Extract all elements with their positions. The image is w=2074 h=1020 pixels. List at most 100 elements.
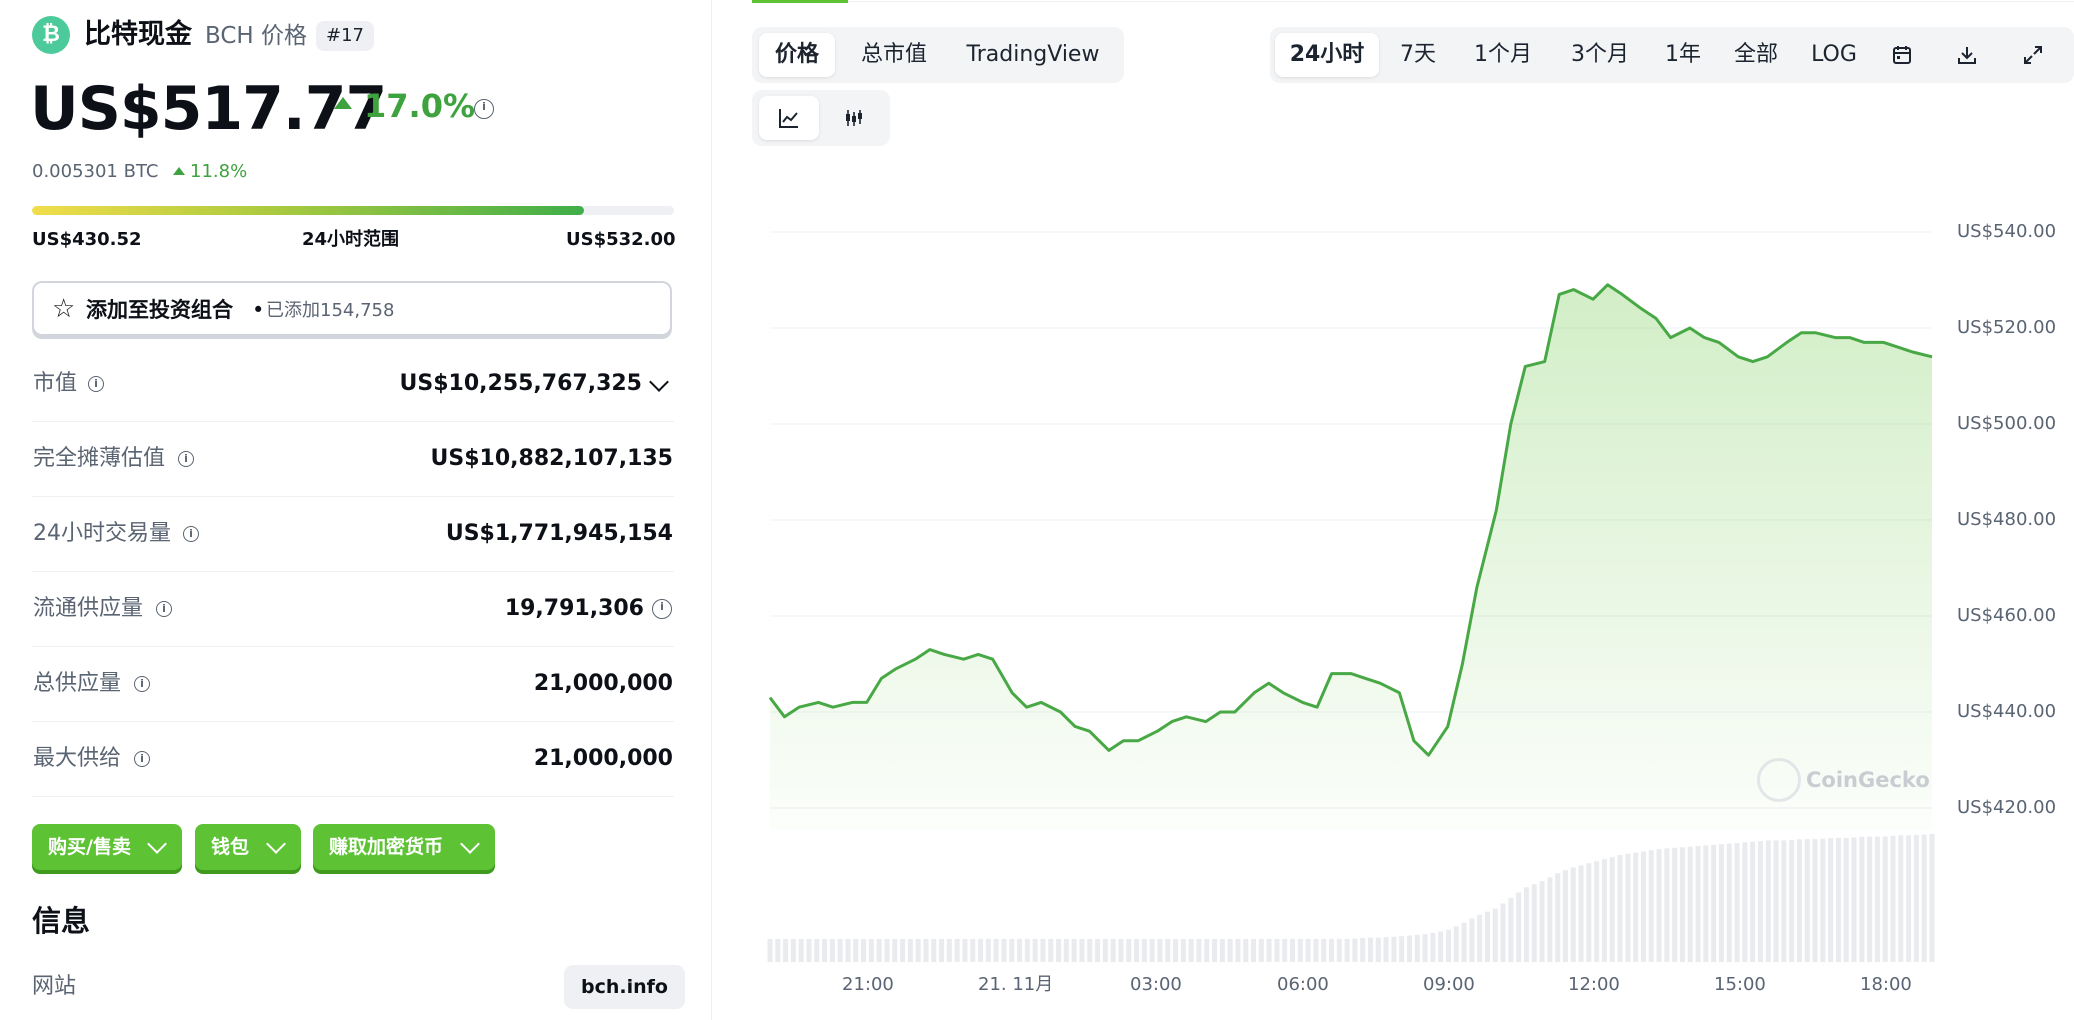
tab-market-cap[interactable]: 总市值: [850, 33, 938, 77]
volume-bar: [868, 938, 874, 962]
info-icon[interactable]: [474, 99, 494, 119]
volume-bar: [978, 938, 984, 962]
stat-row-fdv: 完全摊薄估值 US$10,882,107,135: [32, 421, 674, 497]
volume-bar: [900, 938, 906, 962]
line-chart-icon[interactable]: [759, 96, 819, 140]
portfolio-added-count: 已添加154,758: [266, 300, 395, 321]
tab-tradingview[interactable]: TradingView: [952, 33, 1114, 77]
volume-bar: [1110, 938, 1116, 962]
volume-bar: [1087, 938, 1093, 962]
volume-bar: [829, 938, 835, 962]
volume-bar: [1297, 938, 1303, 962]
volume-bar: [1664, 848, 1670, 962]
24h-range-bar: [32, 206, 674, 215]
volume-bar: [1804, 839, 1810, 962]
chevron-down-icon[interactable]: [649, 372, 669, 392]
up-arrow-icon: [173, 167, 185, 175]
volume-bar: [1594, 861, 1600, 962]
volume-bar: [1063, 938, 1069, 962]
range-3m[interactable]: 3个月: [1554, 33, 1646, 77]
volume-bar: [1711, 844, 1717, 962]
x-axis-tick-label: 15:00: [1714, 974, 1766, 995]
volume-bar: [1734, 843, 1740, 962]
download-icon[interactable]: [1940, 33, 1994, 77]
range-log[interactable]: LOG: [1802, 33, 1866, 77]
range-all[interactable]: 全部: [1720, 33, 1792, 77]
x-axis-tick-label: 06:00: [1277, 974, 1329, 995]
coin-name: 比特现金: [84, 19, 192, 50]
volume-bar: [1188, 938, 1194, 962]
website-link[interactable]: bch.info: [564, 965, 685, 1009]
volume-bar: [775, 938, 781, 962]
range-7d[interactable]: 7天: [1385, 33, 1451, 77]
wallet-button[interactable]: 钱包: [195, 824, 301, 870]
24h-range-fill: [32, 206, 585, 215]
section-divider: [848, 1, 2074, 2]
volume-bar: [1898, 835, 1904, 962]
volume-bar: [876, 938, 882, 962]
buy-sell-button[interactable]: 购买/售卖: [32, 824, 182, 870]
volume-bar: [1640, 851, 1646, 962]
volume-bar: [1134, 938, 1140, 962]
x-axis-tick-label: 03:00: [1130, 974, 1182, 995]
range-1m[interactable]: 1个月: [1460, 33, 1546, 77]
add-to-portfolio-label: 添加至投资组合: [86, 298, 233, 322]
info-icon[interactable]: [134, 751, 150, 767]
volume-bar: [845, 938, 851, 962]
x-axis-tick-label: 21. 11月: [978, 974, 1054, 995]
panel-divider: [711, 0, 712, 1020]
earn-crypto-button[interactable]: 赚取加密货币: [313, 824, 495, 870]
volume-bar: [985, 938, 991, 962]
range-label: 24小时范围: [302, 229, 400, 250]
info-icon[interactable]: [156, 601, 172, 617]
active-section-indicator: [752, 0, 848, 3]
stat-value: US$10,882,107,135: [430, 446, 673, 471]
tab-price[interactable]: 价格: [759, 33, 835, 77]
info-icon[interactable]: [88, 376, 104, 392]
volume-bar: [1071, 938, 1077, 962]
volume-bar: [1219, 938, 1225, 962]
chevron-down-icon: [147, 834, 167, 854]
info-icon[interactable]: [178, 451, 194, 467]
volume-bar: [1367, 937, 1373, 962]
volume-bar: [915, 938, 921, 962]
volume-bar: [1024, 938, 1030, 962]
expand-icon[interactable]: [2006, 33, 2060, 77]
info-icon[interactable]: [652, 599, 672, 619]
volume-bar: [1828, 838, 1834, 962]
rank-badge: #17: [316, 21, 374, 51]
range-24h[interactable]: 24小时: [1275, 33, 1379, 77]
stat-label: 最大供给: [33, 746, 122, 771]
volume-bar: [1695, 846, 1701, 962]
volume-bar: [1360, 937, 1366, 962]
volume-bar: [1227, 938, 1233, 962]
volume-bar: [1765, 840, 1771, 962]
volume-bar: [1851, 837, 1857, 962]
add-to-portfolio-button[interactable]: ☆ 添加至投资组合 • 已添加154,758: [32, 281, 672, 336]
info-icon[interactable]: [183, 526, 199, 542]
info-icon[interactable]: [134, 676, 150, 692]
volume-bar: [1173, 938, 1179, 962]
stat-row-circulating-supply: 流通供应量 19,791,306: [32, 571, 674, 647]
volume-bar: [1484, 911, 1490, 962]
y-axis-tick-label: US$540.00: [1957, 221, 2057, 242]
volume-bar: [962, 938, 968, 962]
volume-bar: [1414, 934, 1420, 962]
volume-bar: [1656, 849, 1662, 962]
volume-bar: [1313, 938, 1319, 962]
candlestick-chart-icon[interactable]: [824, 96, 884, 140]
stat-label: 流通供应量: [33, 596, 144, 621]
volume-bar: [1617, 855, 1623, 962]
calendar-icon[interactable]: [1875, 33, 1929, 77]
range-1y[interactable]: 1年: [1654, 33, 1712, 77]
bitcoin-cash-logo-icon: ₿: [32, 16, 70, 54]
volume-bar: [1095, 938, 1101, 962]
volume-bar: [1929, 834, 1935, 962]
volume-bar: [1913, 835, 1919, 962]
volume-bar: [798, 938, 804, 962]
stat-value: US$10,255,767,325: [399, 371, 642, 396]
volume-bar: [1329, 938, 1335, 962]
volume-bar: [1687, 846, 1693, 962]
time-range-tabs: 24小时 7天 1个月 3个月 1年 全部 LOG: [1270, 27, 2074, 83]
volume-bar: [1469, 918, 1475, 962]
